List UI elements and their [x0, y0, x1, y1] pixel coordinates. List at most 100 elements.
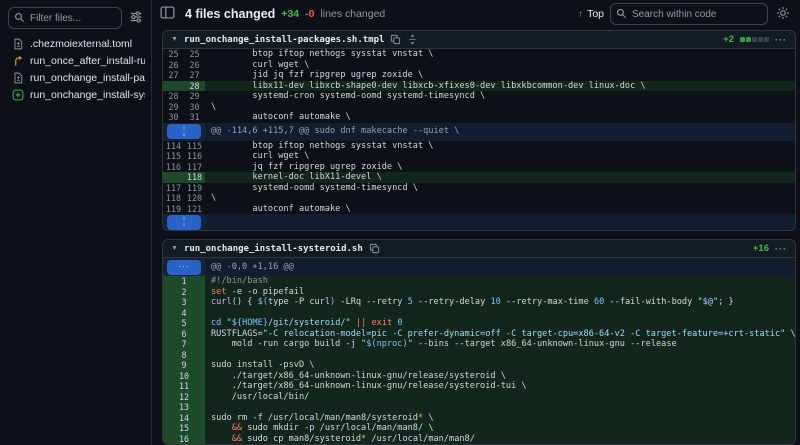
code-line: set -e -o pipefail — [205, 287, 795, 298]
code-line: jq fzf ripgrep ugrep zoxide \ — [205, 162, 795, 173]
code-segment: ; } — [718, 297, 734, 307]
code-segment: "$@" — [697, 297, 718, 307]
old-line-number: 29 — [163, 102, 184, 113]
new-line-number: 16 — [163, 434, 205, 445]
diff-row: 119121 autoconf automake \ — [163, 204, 795, 215]
new-line-number: 1 — [163, 276, 205, 287]
new-line-number: 27 — [184, 70, 205, 81]
diff-row: 2525 btop iftop nethogs sysstat vnstat \ — [163, 49, 795, 60]
diff-settings-button[interactable] — [774, 4, 792, 25]
diff-row-added: 8 — [163, 350, 795, 361]
new-line-number: 29 — [184, 91, 205, 102]
hunk-header-row: ··· @@ -0,0 +1,16 @@ — [163, 258, 795, 276]
diff-row-added: 12 /usr/local/bin/ — [163, 392, 795, 403]
diff-row: 2930\ — [163, 102, 795, 113]
code-segment: 10 — [490, 297, 500, 307]
diff-row: 118120\ — [163, 193, 795, 204]
copy-filename-button[interactable] — [369, 243, 380, 254]
code-segment: libx11-dev libxcb-shape0-dev libxcb-xfix… — [211, 81, 646, 91]
code-segment: --fail-with-body — [604, 297, 697, 307]
code-segment: jid jq fzf ripgrep ugrep zoxide \ — [211, 70, 423, 80]
file-tree-item[interactable]: run_once_after_install-rust.... — [8, 52, 145, 69]
code-segment: -e -o pipefail — [227, 287, 305, 297]
code-segment: autoconf automake \ — [211, 204, 351, 214]
new-line-number: 115 — [184, 141, 205, 152]
files-changed-title: 4 files changed — [185, 7, 275, 21]
old-line-number — [163, 81, 184, 92]
back-to-top-link[interactable]: ↑ Top — [578, 8, 604, 20]
code-line: systemd-oomd systemd-timesyncd \ — [205, 183, 795, 194]
kebab-menu-button[interactable]: ··· — [775, 35, 787, 45]
diff-row-added: 7 mold -run cargo build -j "$(nproc)" --… — [163, 339, 795, 350]
file-tree-item[interactable]: run_onchange_install-syste... — [8, 86, 145, 103]
code-segment: --retry-max-time — [501, 297, 594, 307]
old-line-number: 30 — [163, 112, 184, 123]
code-segment: "-C relocation-model=pic -C prefer-dynam… — [263, 329, 786, 339]
code-segment: sudo mkdir -p /usr/local/man/man8/ \ — [242, 423, 433, 433]
code-segment: curl wget \ — [211, 60, 309, 70]
code-line: mold -run cargo build -j "$(nproc)" --bi… — [205, 339, 795, 350]
diff-row: 2727 jid jq fzf ripgrep ugrep zoxide \ — [163, 70, 795, 81]
diff-row: 2829 systemd-cron systemd-oomd systemd-t… — [163, 91, 795, 102]
expand-down-icon: ↓ — [182, 132, 185, 139]
files-changed-header: 4 files changed +34 -0 lines changed ↑ T… — [152, 0, 800, 28]
code-segment: RUSTFLAGS= — [211, 329, 263, 339]
hunk-header-text: @@ -0,0 +1,16 @@ — [205, 258, 795, 276]
new-line-number: 119 — [184, 183, 205, 194]
code-segment: autoconf automake \ — [211, 112, 351, 122]
old-line-number: 115 — [163, 151, 184, 162]
diff-row: 116117 jq fzf ripgrep ugrep zoxide \ — [163, 162, 795, 173]
code-line: btop iftop nethogs sysstat vnstat \ — [205, 49, 795, 60]
file-tree-item-label: run_onchange_install-pack... — [30, 72, 145, 84]
code-segment: --retry-delay — [413, 297, 491, 307]
code-segment — [211, 423, 232, 433]
filter-files-input[interactable] — [8, 7, 122, 29]
hunk-header-row: ↑↓@@ -114,6 +115,7 @@ sudo dnf makecache… — [163, 123, 795, 141]
code-line: \ — [205, 193, 795, 204]
file-tree-sidebar: .chezmoiexternal.toml run_once_after_inst… — [0, 0, 152, 445]
new-line-number: 118 — [184, 172, 205, 183]
code-segment: && — [232, 423, 242, 433]
unfold-all-button[interactable] — [407, 34, 418, 45]
code-segment: /git/systeroid/" — [268, 318, 351, 328]
code-line: && sudo cp man8/systeroid* /usr/local/ma… — [205, 434, 795, 445]
new-line-number: 121 — [184, 204, 205, 215]
old-line-number: 116 — [163, 162, 184, 173]
diff-file-header: ▼run_onchange_install-systeroid.sh+16··· — [163, 240, 795, 258]
diff-row-added: 14sudo rm -f /usr/local/man/man8/systero… — [163, 413, 795, 424]
chevron-down-icon[interactable]: ▼ — [171, 36, 178, 43]
code-segment: type -P curl — [268, 297, 330, 307]
file-tree-item[interactable]: run_onchange_install-pack... — [8, 69, 145, 86]
new-line-number: 28 — [184, 81, 205, 92]
expand-down-icon: ↓ — [182, 222, 185, 229]
code-line — [205, 308, 795, 319]
diff-row: 114115 btop iftop nethogs sysstat vnstat… — [163, 141, 795, 152]
file-filter-options-button[interactable] — [127, 8, 145, 29]
code-line: systemd-cron systemd-oomd systemd-timesy… — [205, 91, 795, 102]
new-line-number: 7 — [163, 339, 205, 350]
file-tree-item-label: .chezmoiexternal.toml — [30, 38, 132, 50]
expand-diff-button[interactable]: ··· — [167, 260, 201, 275]
code-line — [205, 350, 795, 361]
kebab-menu-button[interactable]: ··· — [775, 244, 787, 254]
code-segment: () { — [232, 297, 258, 307]
expand-diff-button[interactable]: ↑↓ — [167, 124, 201, 139]
search-within-code-input[interactable] — [610, 3, 768, 25]
copy-filename-button[interactable] — [390, 34, 401, 45]
file-tree-toggle-button[interactable] — [158, 3, 177, 25]
code-segment: curl — [211, 297, 232, 307]
chevron-down-icon[interactable]: ▼ — [171, 245, 178, 252]
file-tree-item[interactable]: .chezmoiexternal.toml — [8, 35, 145, 52]
code-line: cd "${HOME}/git/systeroid/" || exit 0 — [205, 318, 795, 329]
code-segment: ./target/x86_64-unknown-linux-gnu/releas… — [211, 371, 506, 381]
diffstat-squares — [740, 37, 769, 42]
diffstat-square — [758, 37, 763, 42]
filter-sliders-icon — [129, 10, 143, 27]
code-segment: @@ -0,0 +1,16 @@ — [211, 262, 294, 273]
code-line: sudo rm -f /usr/local/man/man8/systeroid… — [205, 413, 795, 424]
code-segment: \ — [211, 102, 216, 112]
expand-diff-button[interactable]: ↑↓ — [167, 215, 201, 230]
code-segment: \ — [785, 329, 795, 339]
old-line-number: 117 — [163, 183, 184, 194]
diff-row-added: 10 ./target/x86_64-unknown-linux-gnu/rel… — [163, 371, 795, 382]
